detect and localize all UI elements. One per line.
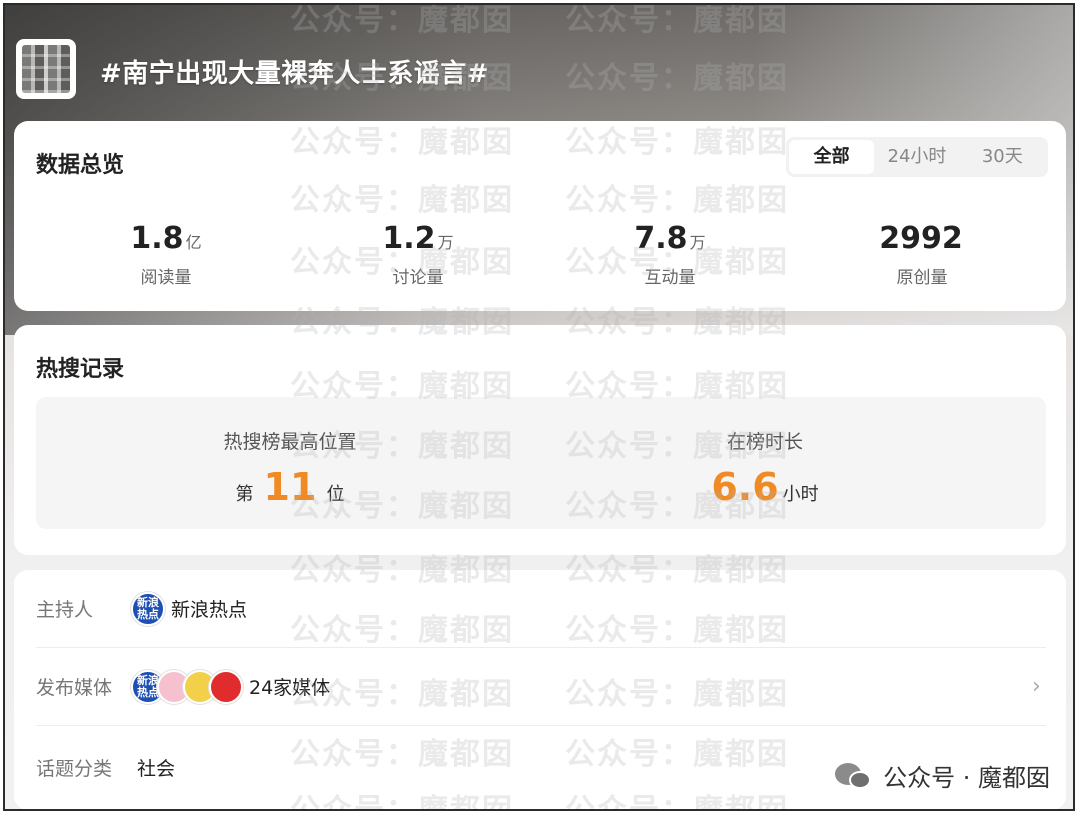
stats-row: 1.8 亿 阅读量 1.2 万 讨论量 7.8 万 互动量 2992 原创量 bbox=[14, 221, 1066, 288]
media-key: 发布媒体 bbox=[36, 677, 113, 699]
tab-all[interactable]: 全部 bbox=[789, 140, 875, 174]
media-row[interactable]: 发布媒体 新浪热点 24家媒体 › bbox=[36, 648, 1046, 726]
stat-discuss: 1.2 万 讨论量 bbox=[292, 221, 544, 288]
stat-read: 1.8 亿 阅读量 bbox=[40, 221, 292, 288]
wechat-brand: 公众号 · 魔都囡 bbox=[835, 758, 1050, 793]
stat-interact-value: 7.8 bbox=[634, 221, 688, 256]
hot-search-card: 热搜记录 热搜榜最高位置 第 11 位 在榜时长 6.6 小时 bbox=[14, 325, 1066, 555]
hot-search-title: 热搜记录 bbox=[36, 357, 125, 382]
topic-thumbnail[interactable] bbox=[16, 39, 76, 99]
hot-rank-suffix: 位 bbox=[326, 484, 345, 505]
topic-header: #南宁出现大量裸奔人士系谣言# bbox=[5, 5, 1073, 120]
hot-rank-value: 11 bbox=[263, 465, 317, 509]
stat-discuss-value: 1.2 bbox=[382, 221, 436, 256]
hot-search-box: 热搜榜最高位置 第 11 位 在榜时长 6.6 小时 bbox=[36, 397, 1046, 529]
brand-text: 公众号 · 魔都囡 bbox=[883, 764, 1050, 792]
time-range-switch: 全部 24小时 30天 bbox=[786, 137, 1048, 177]
wechat-icon bbox=[835, 761, 875, 791]
data-overview-card: 数据总览 全部 24小时 30天 1.8 亿 阅读量 1.2 万 讨论量 7.8 万 … bbox=[14, 121, 1066, 311]
screenshot-frame: #南宁出现大量裸奔人士系谣言# 数据总览 全部 24小时 30天 1.8 亿 阅读… bbox=[3, 3, 1075, 811]
host-name: 新浪热点 bbox=[171, 599, 248, 621]
hot-rank-label: 热搜榜最高位置 bbox=[223, 431, 357, 453]
stat-discuss-label: 讨论量 bbox=[392, 268, 444, 288]
media-count: 24家媒体 bbox=[249, 677, 331, 699]
tab-30d[interactable]: 30天 bbox=[960, 140, 1045, 174]
topic-info-card: 主持人 新浪热点 新浪热点 发布媒体 新浪热点 24家媒体 › 话题分类 社会 … bbox=[14, 570, 1066, 809]
tab-24h[interactable]: 24小时 bbox=[874, 140, 959, 174]
stat-read-value: 1.8 bbox=[130, 221, 184, 256]
category-key: 话题分类 bbox=[36, 757, 113, 780]
hot-duration-block: 在榜时长 6.6 小时 bbox=[615, 427, 915, 506]
stat-interact-unit: 万 bbox=[689, 233, 706, 252]
stat-original-value: 2992 bbox=[879, 221, 963, 256]
hot-duration-unit: 小时 bbox=[782, 484, 819, 505]
stat-interact: 7.8 万 互动量 bbox=[544, 221, 796, 288]
hot-rank-block: 热搜榜最高位置 第 11 位 bbox=[140, 427, 440, 506]
sina-hot-logo-icon: 新浪热点 bbox=[131, 591, 165, 626]
stat-discuss-unit: 万 bbox=[437, 233, 454, 252]
stat-original: 2992 原创量 bbox=[796, 221, 1048, 288]
topic-title: #南宁出现大量裸奔人士系谣言# bbox=[100, 59, 490, 89]
overview-title: 数据总览 bbox=[36, 153, 125, 178]
host-row[interactable]: 主持人 新浪热点 新浪热点 bbox=[36, 570, 1046, 648]
host-key: 主持人 bbox=[36, 599, 94, 621]
media-logos: 新浪热点 bbox=[131, 669, 243, 704]
stat-read-unit: 亿 bbox=[185, 233, 202, 252]
media-logo-red-icon bbox=[209, 669, 243, 704]
category-value: 社会 bbox=[137, 757, 176, 780]
stat-read-label: 阅读量 bbox=[140, 268, 192, 288]
stat-original-label: 原创量 bbox=[896, 268, 948, 288]
chevron-right-icon[interactable]: › bbox=[1032, 675, 1046, 699]
stat-interact-label: 互动量 bbox=[644, 268, 696, 288]
hot-rank-prefix: 第 bbox=[235, 484, 254, 505]
hot-duration-label: 在榜时长 bbox=[726, 431, 803, 453]
topic-thumbnail-image bbox=[22, 45, 70, 93]
hot-duration-value: 6.6 bbox=[711, 465, 779, 509]
